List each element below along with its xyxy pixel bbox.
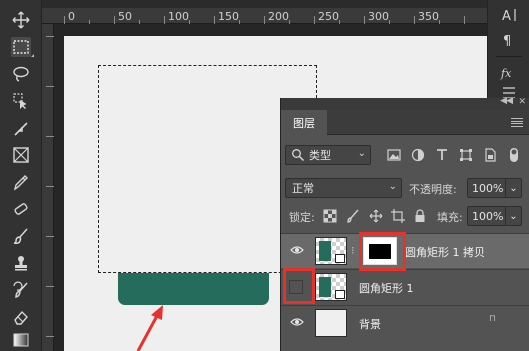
stamp-icon[interactable] xyxy=(11,253,31,273)
ruler-mark-300: 300 xyxy=(368,10,389,23)
svg-text:fx: fx xyxy=(500,67,512,80)
quick-select-icon[interactable] xyxy=(11,91,31,111)
fx-icon[interactable]: fx xyxy=(500,64,518,82)
blend-mode-select[interactable]: 正常 ⌄ xyxy=(285,178,402,198)
blend-mode-value: 正常 xyxy=(292,182,314,195)
history-brush-icon[interactable] xyxy=(11,280,31,300)
gradient-icon[interactable] xyxy=(11,330,31,350)
close-icon[interactable]: ✕ xyxy=(518,97,526,107)
layer-name[interactable]: 圆角矩形 1 拷贝 xyxy=(405,244,485,260)
layer-name[interactable]: 圆角矩形 1 xyxy=(359,280,414,296)
layer-name[interactable]: 背景 xyxy=(359,316,381,332)
mask-highlight-box xyxy=(359,232,406,271)
filter-toggle-icon[interactable] xyxy=(509,148,519,162)
tab-layers[interactable]: 图层 xyxy=(281,110,327,135)
lock-icon: ⊓ xyxy=(488,314,496,324)
chevron-down-icon: ⌄ xyxy=(357,148,366,159)
lock-pixels-icon[interactable] xyxy=(346,209,360,223)
shape-filter-icon[interactable] xyxy=(459,148,473,162)
lasso-icon[interactable] xyxy=(11,64,31,84)
ruler-mark-100: 100 xyxy=(168,10,189,23)
character-icon[interactable]: A xyxy=(500,6,518,24)
crop-icon[interactable] xyxy=(11,118,31,138)
lock-transparency-icon[interactable] xyxy=(323,209,337,223)
layers-panel: ◀◀ ✕ 图层 类型 ⌄ 正常 ⌄ 不透明度: 100% ⌄ 锁定: 填充: 1… xyxy=(280,96,529,351)
lock-position-icon[interactable] xyxy=(369,209,383,223)
chevron-down-icon[interactable]: ⌄ xyxy=(505,179,521,197)
healing-icon[interactable] xyxy=(11,199,31,219)
adjustment-filter-icon[interactable] xyxy=(411,148,425,162)
frame-icon[interactable] xyxy=(11,145,31,165)
ruler-mark-50: 50 xyxy=(118,10,132,23)
eyedropper-icon[interactable] xyxy=(11,172,31,192)
vector-badge-icon xyxy=(335,254,345,263)
chevron-down-icon[interactable]: ⌄ xyxy=(505,207,521,225)
filter-type-select[interactable]: 类型 ⌄ xyxy=(285,145,371,165)
shape-preview xyxy=(319,277,331,297)
panel-menu-icon[interactable] xyxy=(511,118,523,127)
vertical-ruler xyxy=(42,24,54,351)
lock-artboard-icon[interactable] xyxy=(391,209,405,223)
layer-row-original[interactable]: 圆角矩形 1 xyxy=(281,269,529,304)
brush-icon[interactable] xyxy=(11,226,31,246)
ruler-mark-150: 150 xyxy=(218,10,239,23)
panel-collapse-bar[interactable]: ◀◀ ✕ xyxy=(281,96,529,110)
lock-label: 锁定: xyxy=(289,211,315,224)
ruler-mark-0: 0 xyxy=(68,10,75,23)
eraser-icon[interactable] xyxy=(11,307,31,327)
link-icon[interactable]: ⁝ xyxy=(351,244,355,257)
svg-text:A: A xyxy=(502,9,511,24)
svg-text:¶: ¶ xyxy=(503,34,511,49)
panel-header: 图层 xyxy=(281,110,529,135)
move-icon[interactable] xyxy=(11,10,31,30)
visibility-highlight-box xyxy=(283,268,315,304)
eye-icon[interactable] xyxy=(290,245,304,255)
paragraph-icon[interactable]: ¶ xyxy=(500,31,518,49)
ruler-mark-200: 200 xyxy=(268,10,289,23)
panel-dock: A ¶ fx xyxy=(487,0,529,99)
layer-filter-row: 类型 ⌄ xyxy=(281,145,529,167)
pixel-filter-icon[interactable] xyxy=(387,148,401,162)
shape-preview xyxy=(319,241,331,261)
opacity-label: 不透明度: xyxy=(409,183,457,196)
collapse-icon[interactable]: ◀◀ xyxy=(500,96,513,106)
ruler-mark-350: 350 xyxy=(418,10,439,23)
blend-row: 正常 ⌄ 不透明度: 100% ⌄ xyxy=(281,178,529,200)
eye-icon[interactable] xyxy=(290,317,304,327)
opacity-value: 100% xyxy=(472,181,504,195)
layer-thumbnail xyxy=(315,309,347,337)
layer-thumbnail xyxy=(315,237,347,265)
fill-value: 100% xyxy=(472,209,504,223)
filter-type-label: 类型 xyxy=(309,149,331,162)
layer-row-background[interactable]: 背景 ⊓ xyxy=(281,305,529,340)
vector-badge-icon xyxy=(335,290,345,299)
lock-row: 锁定: 填充: 100% ⌄ xyxy=(281,206,529,228)
chevron-down-icon: ⌄ xyxy=(388,181,397,192)
annotation-arrow xyxy=(136,305,163,351)
smart-object-filter-icon[interactable] xyxy=(483,148,497,162)
ruler-mark-250: 250 xyxy=(318,10,339,23)
layer-thumbnail xyxy=(315,273,347,301)
opacity-input[interactable]: 100% ⌄ xyxy=(467,178,522,198)
document-tab-strip xyxy=(42,0,487,8)
type-filter-icon[interactable] xyxy=(435,148,449,162)
horizontal-ruler: 0 50 100 150 200 250 300 350 xyxy=(42,0,487,24)
tools-panel xyxy=(0,0,42,351)
lock-all-icon[interactable] xyxy=(413,209,427,223)
search-icon xyxy=(292,149,305,162)
fill-input[interactable]: 100% ⌄ xyxy=(467,206,522,226)
marquee-icon[interactable] xyxy=(11,37,34,57)
fill-label: 填充: xyxy=(437,211,463,224)
